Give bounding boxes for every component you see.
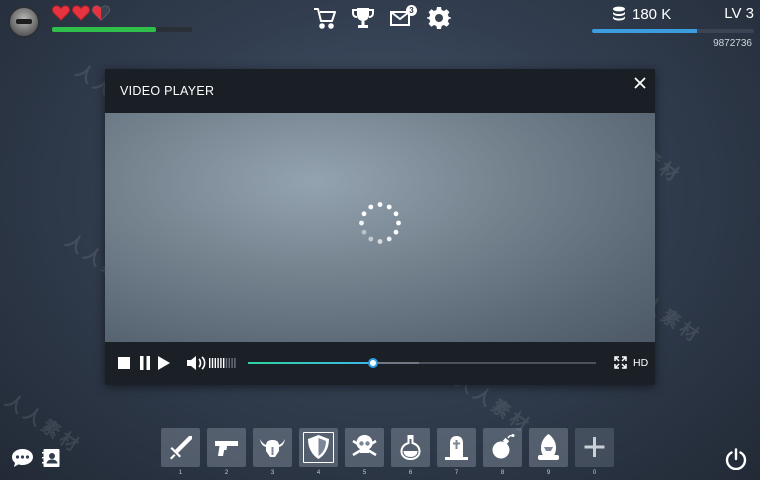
volume-icon[interactable] bbox=[187, 355, 207, 371]
hotbar-slot[interactable]: 7 bbox=[437, 428, 476, 476]
hotbar-slot[interactable]: 8 bbox=[483, 428, 522, 476]
volume-tick bbox=[228, 358, 230, 368]
hotbar-slot-number: 3 bbox=[270, 470, 275, 476]
volume-tick bbox=[214, 358, 216, 368]
hotbar-slot[interactable]: 6 bbox=[391, 428, 430, 476]
xp-bar bbox=[592, 29, 754, 33]
video-viewport[interactable] bbox=[105, 113, 655, 342]
coins-amount: 180 K bbox=[632, 5, 672, 23]
horned-helmet-icon bbox=[260, 439, 285, 457]
mail-badge: 3 bbox=[406, 5, 417, 16]
sword-icon bbox=[170, 436, 192, 460]
hotbar-slot-number: 1 bbox=[178, 470, 183, 476]
player-level: LV 3 bbox=[724, 5, 754, 22]
seek-bar-progress bbox=[248, 362, 374, 364]
health-bar bbox=[52, 27, 156, 32]
loading-spinner-icon bbox=[359, 202, 401, 244]
xp-points: 9872736 bbox=[713, 38, 752, 49]
volume-slider[interactable] bbox=[209, 357, 237, 369]
chat-icon[interactable] bbox=[11, 448, 34, 468]
fullscreen-icon[interactable] bbox=[614, 356, 627, 369]
hotbar-slot-number: 4 bbox=[316, 470, 321, 476]
hotbar-slot[interactable]: 9 bbox=[529, 428, 568, 476]
power-icon[interactable] bbox=[725, 448, 747, 470]
hotbar-slot-number: 9 bbox=[546, 470, 551, 476]
heart-half-icon bbox=[92, 5, 110, 21]
bomb-icon bbox=[492, 434, 515, 459]
plus-icon bbox=[584, 437, 605, 457]
trophy-icon[interactable] bbox=[350, 5, 376, 31]
close-icon[interactable] bbox=[633, 76, 647, 90]
gear-icon[interactable] bbox=[426, 5, 452, 31]
seek-handle[interactable] bbox=[368, 358, 379, 368]
hooded-knight-icon bbox=[538, 434, 559, 460]
hotbar-slot[interactable]: 3 bbox=[253, 428, 292, 476]
potion-icon bbox=[400, 435, 421, 461]
coins-display: 180 K bbox=[612, 4, 671, 24]
hotbar-slot-number: 8 bbox=[500, 470, 505, 476]
coin-stack-icon bbox=[612, 6, 626, 22]
hotbar-slot-selected[interactable]: 4 bbox=[299, 428, 338, 476]
avatar[interactable] bbox=[8, 6, 40, 38]
hotbar-slot-number: 0 bbox=[592, 470, 597, 476]
pause-icon[interactable] bbox=[139, 356, 151, 370]
pistol-icon bbox=[215, 441, 238, 456]
gravestone-icon bbox=[445, 436, 468, 460]
hotbar: 1 2 3 4 5 6 7 8 9 0 bbox=[161, 428, 614, 480]
add-slot-button[interactable]: 0 bbox=[575, 428, 614, 476]
health-hearts bbox=[52, 4, 110, 24]
cart-icon[interactable] bbox=[312, 5, 338, 31]
hotbar-slot[interactable]: 2 bbox=[207, 428, 246, 476]
heart-full-icon bbox=[72, 5, 90, 21]
volume-tick bbox=[234, 358, 236, 368]
play-icon[interactable] bbox=[158, 356, 170, 370]
mail-icon[interactable]: 3 bbox=[388, 5, 417, 31]
stop-icon[interactable] bbox=[118, 357, 130, 369]
volume-tick bbox=[220, 358, 222, 368]
top-menu: 3 bbox=[312, 4, 452, 32]
contacts-icon[interactable] bbox=[42, 448, 61, 468]
shield-icon bbox=[308, 435, 329, 459]
hotbar-slot-number: 7 bbox=[454, 470, 459, 476]
video-player-dialog: VIDEO PLAYER HD bbox=[105, 69, 655, 385]
quality-button[interactable]: HD bbox=[633, 354, 648, 372]
volume-tick bbox=[217, 358, 219, 368]
health-bar-extension bbox=[156, 27, 192, 32]
heart-full-icon bbox=[52, 5, 70, 21]
player-controls: HD bbox=[105, 342, 655, 385]
hotbar-slot[interactable]: 1 bbox=[161, 428, 200, 476]
hotbar-slot-number: 2 bbox=[224, 470, 229, 476]
xp-bar-fill bbox=[592, 29, 698, 33]
dialog-title: VIDEO PLAYER bbox=[120, 84, 215, 98]
dialog-header: VIDEO PLAYER bbox=[105, 69, 655, 113]
volume-tick bbox=[209, 358, 211, 368]
volume-tick bbox=[211, 358, 214, 368]
hotbar-slot[interactable]: 5 bbox=[345, 428, 384, 476]
skull-crossbones-icon bbox=[352, 435, 377, 457]
hotbar-slot-number: 6 bbox=[408, 470, 413, 476]
seek-bar[interactable] bbox=[248, 358, 596, 368]
volume-tick bbox=[225, 358, 228, 368]
volume-tick bbox=[223, 358, 225, 368]
hotbar-slot-number: 5 bbox=[362, 470, 367, 476]
volume-tick bbox=[231, 358, 233, 368]
health-bar-fill bbox=[52, 27, 156, 32]
